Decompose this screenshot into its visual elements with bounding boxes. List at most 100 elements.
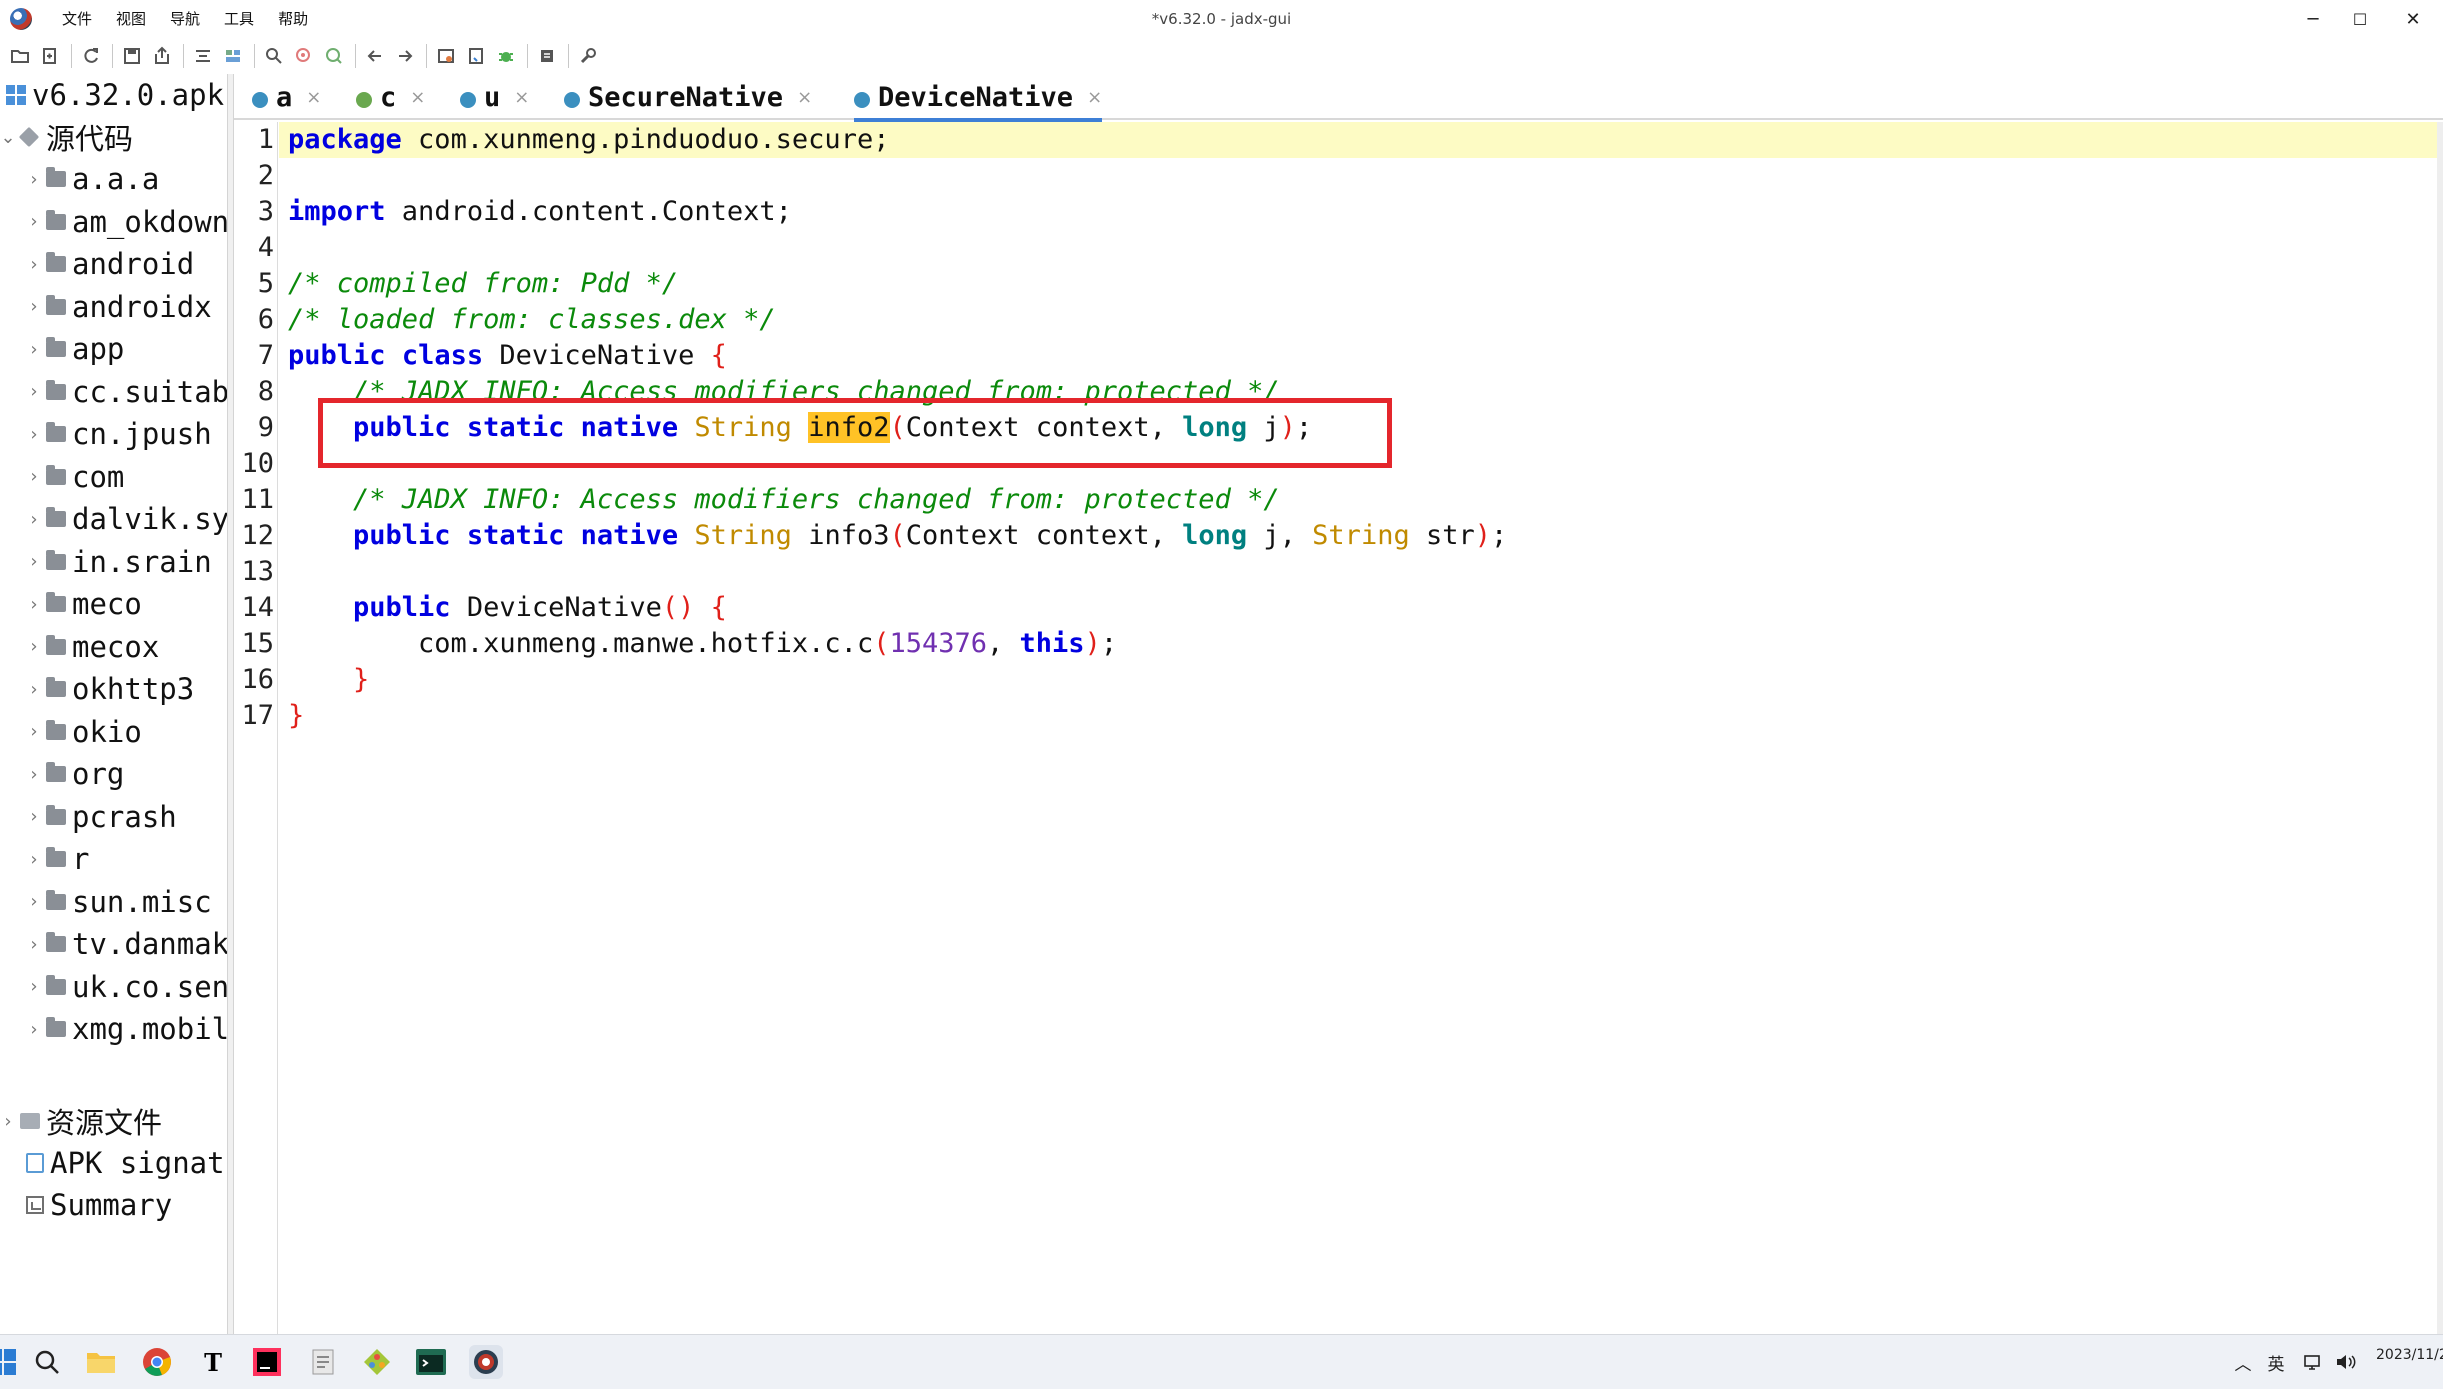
ime-icon[interactable]: 英 [2265,1351,2287,1375]
preferences-icon[interactable] [574,42,602,70]
code-editor[interactable]: 1 2 3 4 5 6 7 8 9 10 11 12 13 14 15 16 17 package com.xu… [234,122,2443,1334]
reload-icon[interactable] [77,42,105,70]
menu-navigation[interactable]: 导航 [158,0,212,38]
chevron-right-icon[interactable]: › [26,806,42,827]
back-icon[interactable] [361,42,389,70]
chevron-right-icon[interactable]: › [26,594,42,615]
tree-package-item[interactable]: › in.srain [0,541,211,583]
forward-icon[interactable] [391,42,419,70]
tree-package-item[interactable]: › okhttp3 [0,668,194,710]
search-icon[interactable] [260,42,288,70]
code-line-14[interactable]: public DeviceNative() { [288,590,727,626]
chevron-right-icon[interactable]: › [26,509,42,530]
goto-icon[interactable] [320,42,348,70]
tab-u[interactable]: u × [460,74,529,120]
code-line-11[interactable]: /* JADX INFO: Access modifiers changed f… [288,482,1280,518]
tab-close-icon[interactable]: × [410,87,425,108]
taskbar-clock[interactable]: 2023/11/2 [2376,1347,2443,1363]
export-icon[interactable] [148,42,176,70]
chevron-right-icon[interactable]: › [26,551,42,572]
code-line-12[interactable]: public static native String info3(Contex… [288,518,1507,554]
tree-package-item[interactable]: › meco [0,583,141,625]
chevron-right-icon[interactable]: › [26,1019,42,1040]
tree-package-item[interactable]: › cn.jpush [0,413,211,455]
tree-package-item[interactable]: › r [0,838,89,880]
network-icon[interactable] [2303,1351,2325,1373]
menu-help[interactable]: 帮助 [266,0,320,38]
tab-close-icon[interactable]: × [514,87,529,108]
tree-source-node[interactable]: ⌄ 源代码 [0,116,133,158]
maximize-button[interactable]: ☐ [2330,0,2390,38]
project-tree[interactable]: v6.32.0.apk ⌄ 源代码 › 资源文件 APK signat Summ… [0,74,228,1334]
typora-icon[interactable]: T [196,1345,230,1379]
jadx-icon[interactable] [469,1345,503,1379]
chevron-right-icon[interactable]: › [26,296,42,317]
tree-package-item[interactable]: › com [0,456,124,498]
chevron-right-icon[interactable]: › [26,211,42,232]
flat-packages-icon[interactable] [219,42,247,70]
chevron-right-icon[interactable]: › [26,934,42,955]
tree-package-item[interactable]: › app [0,328,124,370]
debug-icon[interactable] [492,42,520,70]
quark-icon[interactable] [462,42,490,70]
tree-package-item[interactable]: › okio [0,711,141,753]
code-line-3[interactable]: import android.content.Context; [288,194,792,230]
tab-securenative[interactable]: SecureNative × [564,74,812,120]
start-icon[interactable] [0,1345,20,1379]
tree-package-item[interactable]: › tv.danmak [0,923,227,965]
chevron-right-icon[interactable]: › [26,764,42,785]
tab-a[interactable]: a × [252,74,321,120]
chevron-right-icon[interactable]: › [0,1111,16,1132]
tree-package-item[interactable]: › androidx [0,286,211,328]
chevron-up-icon[interactable]: ︿ [2232,1351,2254,1375]
terminal-icon[interactable] [414,1345,448,1379]
open-file-icon[interactable] [6,42,34,70]
code-line-6[interactable]: /* loaded from: classes.dex */ [288,302,776,338]
tree-package-item[interactable]: › pcrash [0,796,176,838]
search-icon[interactable] [30,1345,64,1379]
sync-tree-icon[interactable] [189,42,217,70]
chevron-right-icon[interactable]: › [26,169,42,190]
chevron-right-icon[interactable]: › [26,891,42,912]
menu-tools[interactable]: 工具 [212,0,266,38]
chevron-right-icon[interactable]: › [26,721,42,742]
tab-c[interactable]: c × [356,74,425,120]
tree-package-item[interactable]: › android [0,243,194,285]
code-line-15[interactable]: com.xunmeng.manwe.hotfix.c.c(154376, thi… [288,626,1117,662]
chevron-right-icon[interactable]: › [26,339,42,360]
volume-icon[interactable] [2335,1351,2357,1373]
code-line-16[interactable]: } [288,662,369,698]
tab-close-icon[interactable]: × [797,87,812,108]
tree-summary[interactable]: Summary [0,1184,172,1226]
tree-apk-signature[interactable]: APK signat [0,1142,225,1184]
tab-close-icon[interactable]: × [306,87,321,108]
chevron-right-icon[interactable]: › [26,424,42,445]
add-files-icon[interactable] [36,42,64,70]
notepad-icon[interactable] [306,1345,340,1379]
tree-package-item[interactable]: › sun.misc [0,881,211,923]
chevron-right-icon[interactable]: › [26,976,42,997]
code-line-5[interactable]: /* compiled from: Pdd */ [288,266,678,302]
chevron-right-icon[interactable]: › [26,679,42,700]
deobfuscation-icon[interactable] [432,42,460,70]
tab-close-icon[interactable]: × [1087,87,1102,108]
tree-package-item[interactable]: › mecox [0,626,159,668]
tree-package-item[interactable]: › a.a.a [0,158,159,200]
log-viewer-icon[interactable] [533,42,561,70]
vertical-scrollbar[interactable] [2437,122,2443,1334]
jetbrains-icon[interactable] [250,1345,284,1379]
code-line-1[interactable]: package com.xunmeng.pinduoduo.secure; [288,122,889,158]
code-line-17[interactable]: } [288,698,304,734]
file-explorer-icon[interactable] [84,1345,118,1379]
code-line-7[interactable]: public class DeviceNative { [288,338,727,374]
find-usage-icon[interactable] [290,42,318,70]
chevron-right-icon[interactable]: › [26,254,42,275]
tree-package-item[interactable]: › dalvik.sy [0,498,227,540]
tree-package-item[interactable]: › cc.suitab [0,371,227,413]
chevron-right-icon[interactable]: › [26,849,42,870]
save-all-icon[interactable] [118,42,146,70]
tree-package-item[interactable]: › uk.co.sen [0,966,227,1008]
chrome-icon[interactable] [140,1345,174,1379]
tree-package-item[interactable]: › xmg.mobil [0,1008,227,1050]
tree-root-apk[interactable]: v6.32.0.apk [0,74,224,116]
